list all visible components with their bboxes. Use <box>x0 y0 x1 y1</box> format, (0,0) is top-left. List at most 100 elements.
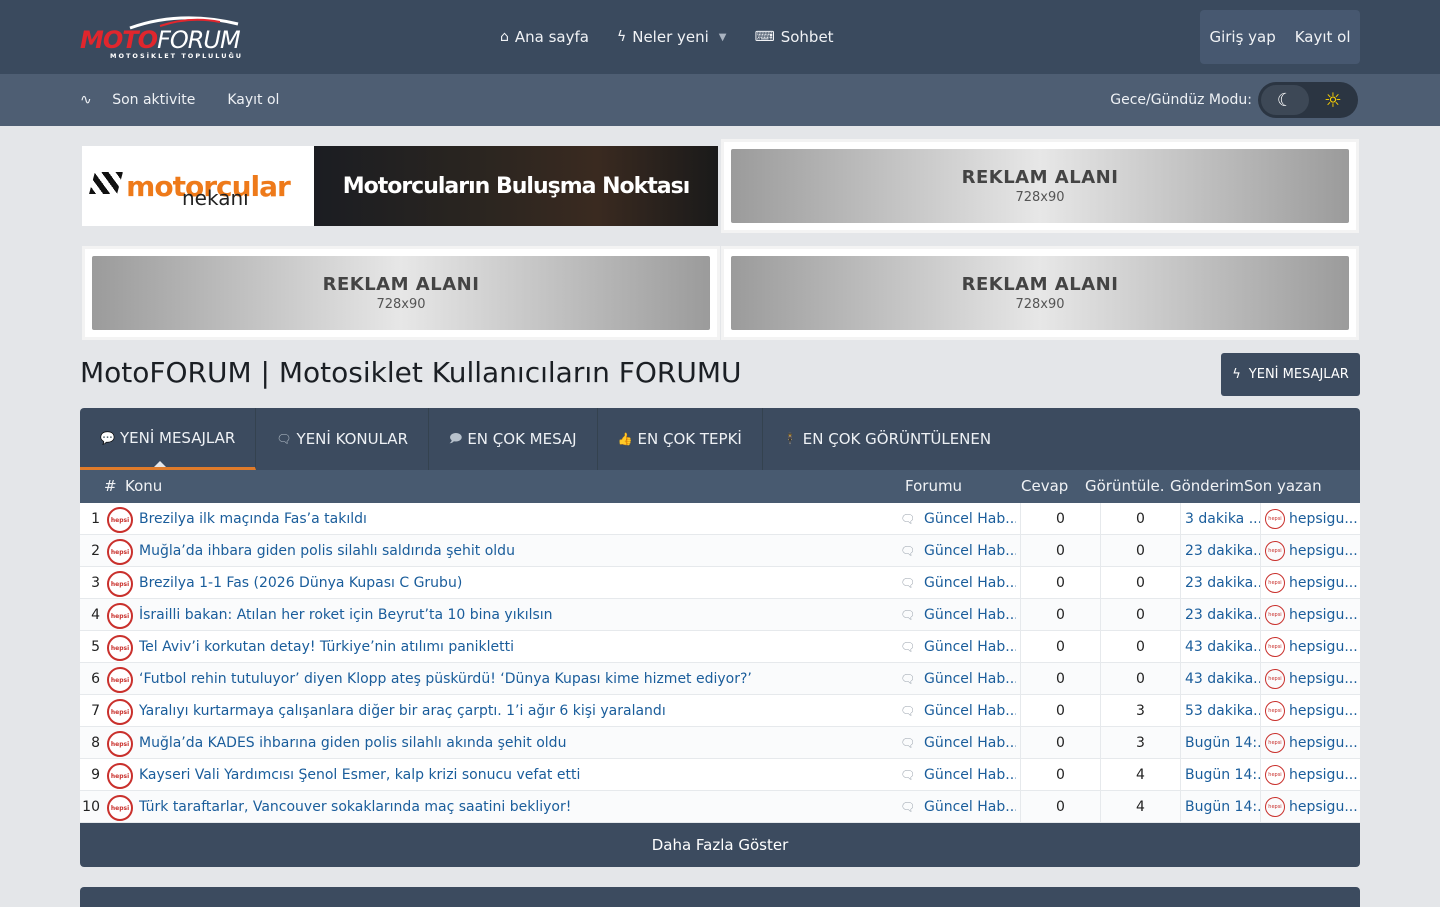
topic-title-link[interactable]: Muğla’da KADES ihbarına giden polis sila… <box>139 727 899 759</box>
new-messages-button[interactable]: ϟ YENİ MESAJLAR <box>1221 353 1360 396</box>
ad-slot-2[interactable]: REKLAM ALANI 728x90 <box>85 249 717 337</box>
avatar[interactable]: hepsi <box>107 795 133 821</box>
last-poster[interactable]: hepsi hepsigu... <box>1260 663 1360 695</box>
forum-link[interactable]: Güncel Hab... <box>924 791 1016 823</box>
avatar[interactable]: hepsi <box>107 571 133 597</box>
nav-whats-new[interactable]: ϟ Neler yeni ▼ <box>617 28 727 46</box>
header-forum[interactable]: Forumu <box>905 477 962 495</box>
ad-slot-3[interactable]: REKLAM ALANI 728x90 <box>724 249 1356 337</box>
header-topic[interactable]: Konu <box>125 477 162 495</box>
last-poster[interactable]: hepsi hepsigu... <box>1260 791 1360 823</box>
avatar[interactable]: hepsi <box>1265 509 1285 529</box>
topic-title-link[interactable]: Kayseri Vali Yardımcısı Şenol Esmer, kal… <box>139 759 899 791</box>
forum-link[interactable]: Güncel Hab... <box>924 567 1016 599</box>
avatar[interactable]: hepsi <box>107 667 133 693</box>
sun-icon[interactable]: ☼ <box>1311 85 1355 115</box>
last-poster[interactable]: hepsi hepsigu... <box>1260 503 1360 535</box>
last-poster-name[interactable]: hepsigu... <box>1289 607 1358 623</box>
post-time-link[interactable]: Bugün 14:... <box>1180 791 1260 823</box>
avatar[interactable]: hepsi <box>1265 605 1285 625</box>
recent-activity-link[interactable]: ∿ Son aktivite <box>80 92 211 108</box>
topic-title-link[interactable]: ‘Futbol rehin tutuluyor’ diyen Klopp ate… <box>139 663 899 695</box>
last-poster-name[interactable]: hepsigu... <box>1289 703 1358 719</box>
avatar[interactable]: hepsi <box>1265 669 1285 689</box>
post-time-link[interactable]: 3 dakika ... <box>1180 503 1260 535</box>
last-poster[interactable]: hepsi hepsigu... <box>1260 567 1360 599</box>
theme-toggle[interactable]: ☾ ☼ <box>1258 82 1358 118</box>
forum-link[interactable]: Güncel Hab... <box>924 535 1016 567</box>
header-answers[interactable]: Cevap <box>1021 477 1068 495</box>
topic-title-link[interactable]: İsrailli bakan: Atılan her roket için Be… <box>139 599 899 631</box>
last-poster-name[interactable]: hepsigu... <box>1289 639 1358 655</box>
post-time-link[interactable]: Bugün 14:... <box>1180 727 1260 759</box>
nav-chat[interactable]: ⌨ Sohbet <box>755 28 834 46</box>
forum-link[interactable]: Güncel Hab... <box>924 503 1016 535</box>
header-sent[interactable]: Gönderim <box>1170 477 1244 495</box>
forum-link[interactable]: Güncel Hab... <box>924 727 1016 759</box>
post-time-link[interactable]: Bugün 14:... <box>1180 759 1260 791</box>
last-poster[interactable]: hepsi hepsigu... <box>1260 631 1360 663</box>
avatar[interactable]: hepsi <box>1265 573 1285 593</box>
login-link[interactable]: Giriş yap <box>1209 28 1275 46</box>
last-poster-name[interactable]: hepsigu... <box>1289 575 1358 591</box>
sub-register-link[interactable]: Kayıt ol <box>227 92 279 108</box>
last-poster[interactable]: hepsi hepsigu... <box>1260 695 1360 727</box>
post-time-link[interactable]: 23 dakika... <box>1180 599 1260 631</box>
last-poster[interactable]: hepsi hepsigu... <box>1260 599 1360 631</box>
tab-most-reactions[interactable]: 👍 EN ÇOK TEPKİ <box>598 408 763 470</box>
avatar[interactable]: hepsi <box>1265 765 1285 785</box>
avatar[interactable]: hepsi <box>107 603 133 629</box>
forum-link[interactable]: Güncel Hab... <box>924 631 1016 663</box>
tab-new-topics[interactable]: 🗨 YENİ KONULAR <box>256 408 429 470</box>
last-poster-name[interactable]: hepsigu... <box>1289 767 1358 783</box>
topic-title-link[interactable]: Türk taraftarlar, Vancouver sokaklarında… <box>139 791 899 823</box>
avatar[interactable]: hepsi <box>1265 637 1285 657</box>
tab-new-messages[interactable]: 💬 YENİ MESAJLAR <box>80 408 257 470</box>
avatar[interactable]: hepsi <box>1265 701 1285 721</box>
last-poster-name[interactable]: hepsigu... <box>1289 671 1358 687</box>
last-poster-name[interactable]: hepsigu... <box>1289 799 1358 815</box>
register-link[interactable]: Kayıt ol <box>1295 28 1351 46</box>
moon-icon[interactable]: ☾ <box>1261 85 1309 115</box>
site-logo[interactable]: MOTOFORUM MOTOSİKLET TOPLULUĞU <box>80 14 280 62</box>
nav-home[interactable]: ⌂ Ana sayfa <box>500 28 589 46</box>
ad-slot-1[interactable]: REKLAM ALANI 728x90 <box>724 142 1356 230</box>
avatar[interactable]: hepsi <box>107 507 133 533</box>
table-header: # Konu Forumu Cevap Görüntüle... Gönderi… <box>80 470 1360 503</box>
last-poster[interactable]: hepsi hepsigu... <box>1260 759 1360 791</box>
avatar[interactable]: hepsi <box>1265 797 1285 817</box>
last-poster-name[interactable]: hepsigu... <box>1289 511 1358 527</box>
post-time-link[interactable]: 43 dakika... <box>1180 663 1260 695</box>
avatar[interactable]: hepsi <box>107 763 133 789</box>
topic-title-link[interactable]: Muğla’da ihbara giden polis silahlı sald… <box>139 535 899 567</box>
last-poster-name[interactable]: hepsigu... <box>1289 735 1358 751</box>
topic-title-link[interactable]: Brezilya ilk maçında Fas’a takıldı <box>139 503 899 535</box>
last-poster[interactable]: hepsi hepsigu... <box>1260 727 1360 759</box>
forum-link[interactable]: Güncel Hab... <box>924 663 1016 695</box>
post-time-link[interactable]: 23 dakika... <box>1180 567 1260 599</box>
tab-most-viewed[interactable]: 🕴 EN ÇOK GÖRÜNTÜLENEN <box>763 408 1011 470</box>
topic-title-link[interactable]: Brezilya 1-1 Fas (2026 Dünya Kupası C Gr… <box>139 567 899 599</box>
avatar[interactable]: hepsi <box>107 731 133 757</box>
post-time-link[interactable]: 23 dakika... <box>1180 535 1260 567</box>
post-time-link[interactable]: 53 dakika... <box>1180 695 1260 727</box>
avatar[interactable]: hepsi <box>1265 541 1285 561</box>
chevron-down-icon[interactable]: ▼ <box>719 32 727 43</box>
tab-most-messages[interactable]: 🗩 EN ÇOK MESAJ <box>429 408 598 470</box>
post-time-link[interactable]: 43 dakika... <box>1180 631 1260 663</box>
avatar[interactable]: hepsi <box>107 635 133 661</box>
forum-link[interactable]: Güncel Hab... <box>924 759 1016 791</box>
last-poster-name[interactable]: hepsigu... <box>1289 543 1358 559</box>
banner-ad[interactable]: motorcular nekanı Motorcuların Buluşma N… <box>82 146 718 226</box>
header-last-poster[interactable]: Son yazan <box>1244 477 1322 495</box>
topic-title-link[interactable]: Yaralıyı kurtarmaya çalışanlara diğer bi… <box>139 695 899 727</box>
forum-link[interactable]: Güncel Hab... <box>924 695 1016 727</box>
last-poster[interactable]: hepsi hepsigu... <box>1260 535 1360 567</box>
topic-title-link[interactable]: Tel Aviv’i korkutan detay! Türkiye’nin a… <box>139 631 899 663</box>
header-views[interactable]: Görüntüle... <box>1085 477 1165 495</box>
avatar[interactable]: hepsi <box>1265 733 1285 753</box>
forum-link[interactable]: Güncel Hab... <box>924 599 1016 631</box>
avatar[interactable]: hepsi <box>107 539 133 565</box>
show-more-button[interactable]: Daha Fazla Göster <box>80 823 1360 867</box>
avatar[interactable]: hepsi <box>107 699 133 725</box>
